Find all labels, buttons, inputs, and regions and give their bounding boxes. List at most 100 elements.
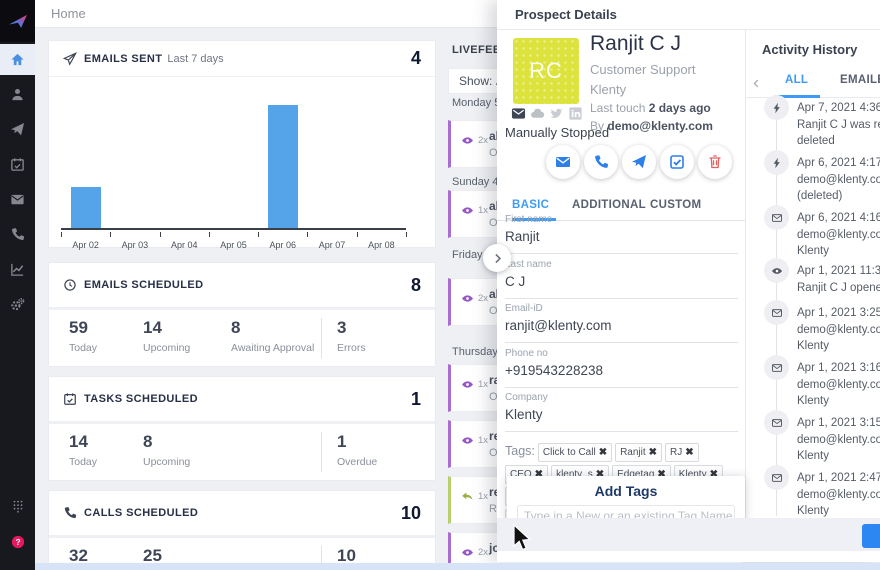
field-last-name: Last nameC J [505,259,738,299]
cadences-icon [10,122,25,137]
field-value[interactable]: +919543228238 [505,363,738,388]
sidebar-item-settings[interactable] [0,289,35,320]
field-value[interactable]: C J [505,274,738,299]
x-tick [258,232,259,237]
tasks-scheduled-total: 1 [411,389,421,410]
activity-tab-emailed[interactable]: EMAILED [840,74,880,86]
activity-mail-icon [764,355,789,380]
activity-line: Klenty [797,503,880,518]
x-tick [160,232,161,237]
last-touch-by: By demo@klenty.com [590,119,713,133]
tasks-scheduled-stats: 14Today 8Upcoming 1Overdue [49,424,435,480]
activity-line: Klenty [797,448,880,465]
mail-icon [771,307,783,319]
email-action-icon [555,154,571,170]
sidebar-item-prospects[interactable] [0,79,35,110]
twitter-icon [549,106,564,121]
tag-remove-icon[interactable]: ✖ [599,447,607,458]
social-cloud-icon[interactable] [530,106,545,121]
activity-entry-text: Apr 7, 2021 4:36:24 PMRanjit C J was rem… [797,100,880,150]
tab-additional[interactable]: ADDITIONAL [572,199,646,211]
activity-entry-text: Apr 1, 2021 3:25:36 AMdemo@klenty.com se… [797,305,880,355]
panel-footer [497,518,880,551]
stat-item: 8Awaiting Approval [231,318,314,354]
field-label: First name [505,214,738,225]
stat-label: Awaiting Approval [231,342,314,354]
panel-expand-button[interactable] [483,244,511,272]
sidebar-item-calls[interactable] [0,219,35,250]
open-count: 1x [478,435,488,446]
klenty-logo-icon[interactable] [0,0,35,42]
clock-icon [63,278,77,292]
sidebar-item-emails[interactable] [0,184,35,215]
activity-mail-icon [764,205,789,230]
livefeed-item-type: 1x [461,204,488,217]
tag-chip[interactable]: RJ✖ [665,443,699,462]
x-tick [61,232,62,237]
stat-value: 8 [143,432,190,452]
svg-text:?: ? [15,536,20,546]
task-button[interactable] [660,145,694,179]
emails-scheduled-stats: 59Today14Upcoming8Awaiting Approval3Erro… [49,310,435,366]
open-count: 2x [478,135,488,146]
call-button[interactable] [584,145,618,179]
tag-remove-icon[interactable]: ✖ [649,447,657,458]
field-value[interactable]: Klenty [505,407,738,432]
sidebar-item-tasks[interactable] [0,149,35,180]
stat-label: Today [69,456,97,468]
chart-bar [71,187,101,228]
open-count: 2x [478,547,488,558]
sidebar-item-help[interactable]: ? [0,526,35,557]
send-icon [63,52,77,66]
activity-line: deleted [797,133,880,150]
field-value[interactable]: Ranjit [505,229,738,254]
cadence-button[interactable] [622,145,656,179]
tag-chip[interactable]: Ranjit✖ [615,443,662,462]
stat-item: 14Today [69,432,97,468]
field-value[interactable]: ranjit@klenty.com [505,318,738,343]
stat-value: 3 [337,318,366,338]
email-button[interactable] [546,145,580,179]
stat-item: 1Overdue [337,432,377,468]
stat-item: 8Upcoming [143,432,190,468]
livefeed-item-type: 2x [461,292,488,305]
card-subtitle: Last 7 days [167,53,223,65]
social-twitter-icon[interactable] [549,106,564,121]
x-tick-label: Apr 02 [61,240,111,250]
tag-chip[interactable]: Click to Call✖ [538,443,612,462]
activity-mail-icon [764,410,789,435]
sidebar-item-apps[interactable] [0,490,35,521]
activity-entry-text: Apr 1, 2021 3:15:06 AMdemo@klenty.com se… [797,415,880,465]
stat-label: Today [69,342,97,354]
sidebar-item-home[interactable] [0,44,35,75]
tab-basic[interactable]: BASIC [512,199,549,211]
activity-history: Activity History ALLEMAILED Apr 7, 2021 … [745,30,880,518]
x-tick [406,232,407,237]
chart-plot [61,99,406,230]
prospect-name: Ranjit C J [590,32,681,56]
social-email-icon[interactable] [511,106,526,121]
activity-tab-all[interactable]: ALL [785,74,808,86]
activity-line: demo@klenty.com sent [797,432,880,449]
tabs-scroll-left-icon[interactable] [751,76,762,94]
mail-icon [771,212,783,224]
activity-date: Apr 6, 2021 4:17:48 AM [797,155,880,172]
activity-date: Apr 1, 2021 3:25:36 AM [797,305,880,322]
emails-scheduled-card: EMAILS SCHEDULED859Today14Upcoming8Await… [48,262,436,367]
emails-sent-chart: Apr 02Apr 03Apr 04Apr 05Apr 06Apr 07Apr … [61,99,406,271]
stat-label: Overdue [337,456,377,468]
sidebar-item-cadences[interactable] [0,114,35,145]
show-label: Show: [459,74,492,88]
prospect-company: Klenty [590,82,626,97]
social-linkedin-icon[interactable] [568,106,583,121]
delete-button[interactable] [698,145,732,179]
email-icon [511,106,526,121]
panel-primary-button[interactable] [862,524,880,548]
sidebar-item-reports[interactable] [0,254,35,285]
tag-remove-icon[interactable]: ✖ [685,447,693,458]
activity-line: Klenty [797,243,880,260]
mail-icon [771,362,783,374]
tab-custom[interactable]: CUSTOM [650,199,701,211]
open-count: 2x [478,293,488,304]
avatar-initials: RC [529,58,563,84]
